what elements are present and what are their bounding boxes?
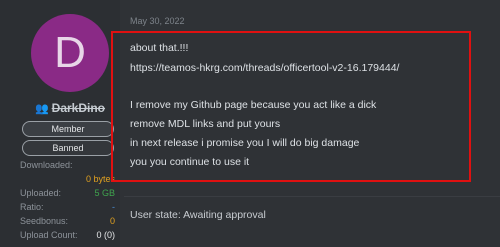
badge-member: Member — [22, 121, 114, 137]
message-line: about that.!!! — [130, 42, 189, 54]
avatar[interactable]: D — [31, 14, 109, 92]
stat-seedbonus: Seedbonus: 0 — [20, 216, 115, 228]
user-group-icon: 👥 — [34, 103, 49, 115]
stat-label: Ratio: — [20, 202, 44, 212]
stat-uploaded: Uploaded: 5 GB — [20, 188, 115, 200]
stat-label: Downloaded: — [20, 160, 73, 170]
post-date[interactable]: May 30, 2022 — [130, 16, 185, 26]
username-text: DarkDino — [51, 101, 106, 115]
divider — [124, 196, 500, 197]
stat-upload-count: Upload Count: 0 (0) — [20, 230, 115, 242]
stat-value: 0 (0) — [96, 230, 115, 240]
stat-downloaded: Downloaded: — [20, 160, 115, 172]
stat-label: Uploaded: — [20, 188, 62, 198]
stat-value: - — [112, 202, 115, 212]
stat-ratio: Ratio: - — [20, 202, 115, 214]
user-sidebar: D 👥 DarkDino Member Banned Downloaded: 0 … — [0, 0, 120, 247]
message-link[interactable]: https://teamos-hkrg.com/threads/officert… — [130, 62, 399, 74]
stat-value: 5 GB — [94, 188, 115, 198]
message-line: I remove my Github page because you act … — [130, 99, 377, 111]
message-line: remove MDL links and put yours — [130, 118, 281, 130]
badge-banned: Banned — [22, 140, 114, 156]
message-line: you you continue to use it — [130, 156, 250, 168]
stat-label: Seedbonus: — [20, 216, 69, 226]
message-line: in next release i promise you I will do … — [130, 137, 360, 149]
user-state: User state: Awaiting approval — [130, 209, 266, 221]
stat-downloaded-value: 0 bytes — [20, 174, 115, 186]
stat-label: Upload Count: — [20, 230, 78, 240]
stat-value: 0 — [109, 216, 115, 226]
